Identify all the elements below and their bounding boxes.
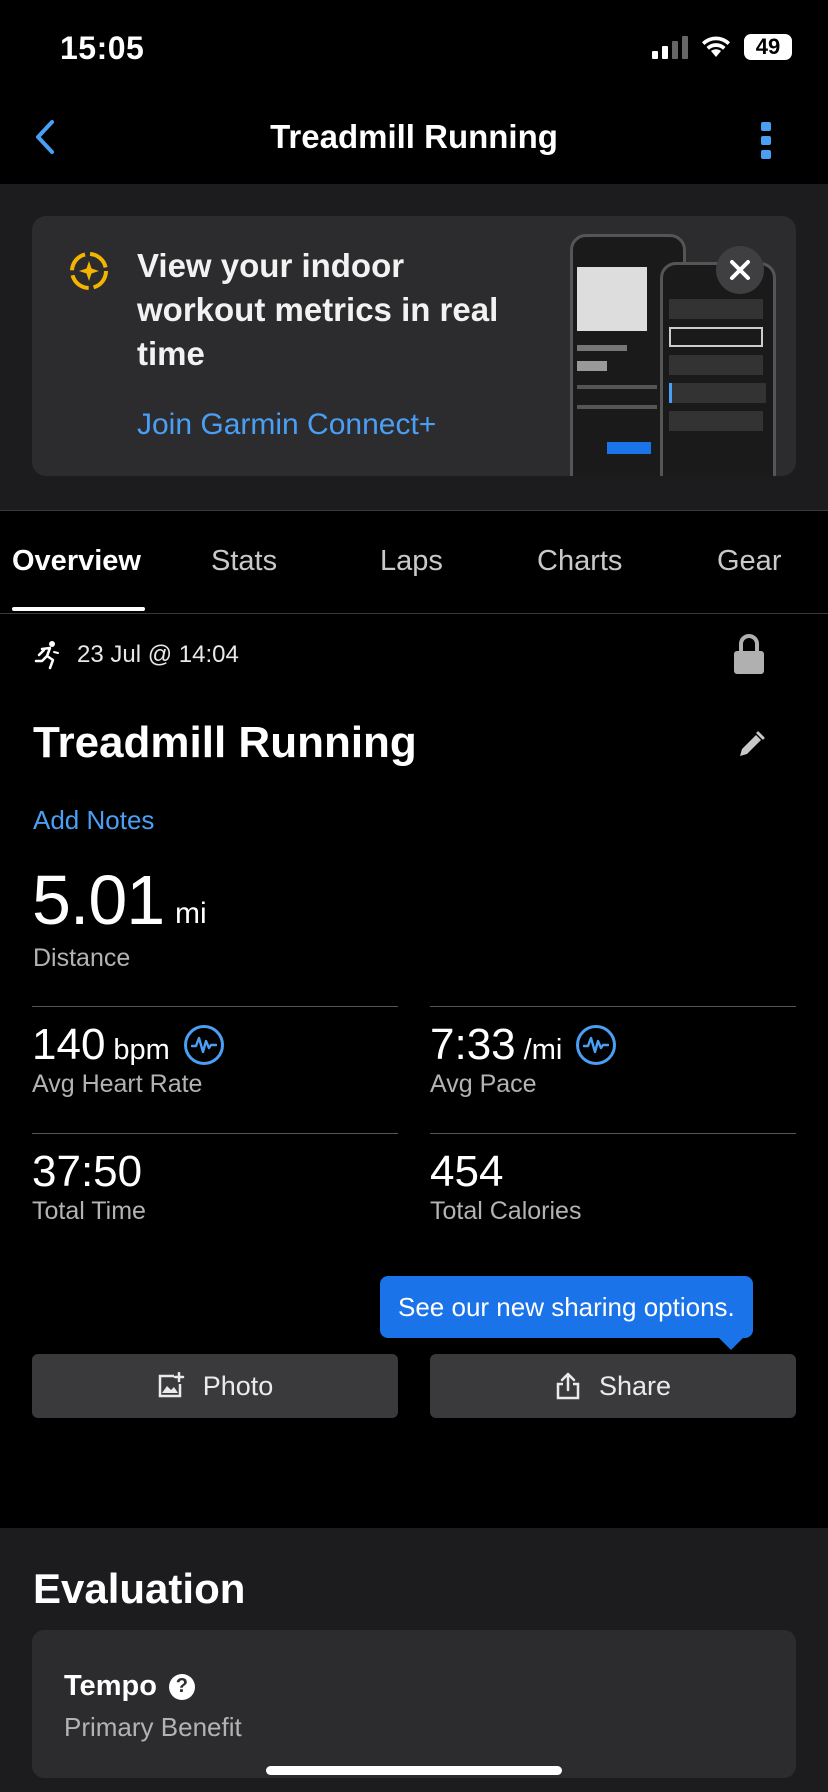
help-icon[interactable]: ? (168, 1673, 195, 1700)
close-icon (730, 260, 750, 280)
photo-button-label: Photo (202, 1370, 274, 1401)
distance-unit: mi (175, 897, 207, 930)
photo-button[interactable]: Photo (32, 1354, 398, 1418)
total-time-stat: 37:50 Total Time (32, 1147, 146, 1226)
join-connect-plus-link[interactable]: Join Garmin Connect+ (137, 408, 436, 442)
home-indicator[interactable] (266, 1766, 562, 1775)
divider (32, 1006, 398, 1007)
battery-indicator: 49 (744, 34, 792, 60)
stat-value-row: 140 bpm (32, 1020, 224, 1070)
tab-gear[interactable]: Gear (717, 545, 781, 578)
stat-value-row: 7:33 /mi (430, 1020, 617, 1070)
promo-title: View your indoor workout metrics in real… (137, 247, 499, 372)
total-calories-stat: 454 Total Calories (430, 1147, 581, 1226)
activity-title: Treadmill Running (33, 718, 417, 767)
stat-value: 7:33 (430, 1020, 516, 1069)
active-tab-indicator (12, 607, 145, 611)
promo-card[interactable]: View your indoor workout metrics in real… (32, 216, 796, 476)
edit-pencil-icon[interactable] (736, 730, 766, 760)
tab-laps[interactable]: Laps (380, 545, 443, 578)
avg-heart-rate-stat[interactable]: 140 bpm Avg Heart Rate (32, 1020, 224, 1099)
training-effect-name: Tempo (64, 1670, 157, 1702)
share-button[interactable]: Share (430, 1354, 796, 1418)
wifi-icon (702, 36, 730, 57)
avg-pace-stat[interactable]: 7:33 /mi Avg Pace (430, 1020, 617, 1099)
training-effect-row: Tempo ? (64, 1670, 195, 1703)
waveform-icon[interactable] (576, 1025, 617, 1065)
sharing-tooltip[interactable]: See our new sharing options. (380, 1276, 753, 1338)
stat-value: 37:50 (32, 1147, 143, 1196)
training-effect-subtitle: Primary Benefit (64, 1712, 242, 1742)
activity-date-row: 23 Jul @ 14:04 (33, 640, 239, 670)
stat-label: Avg Heart Rate (32, 1070, 203, 1098)
tab-overview[interactable]: Overview (12, 545, 141, 578)
status-icons: 49 (652, 34, 792, 60)
activity-date: 23 Jul @ 14:04 (77, 641, 239, 668)
distance-label: Distance (33, 944, 131, 972)
divider (430, 1133, 796, 1134)
cellular-signal-icon (652, 36, 688, 59)
status-time: 15:05 (60, 30, 145, 66)
waveform-icon[interactable] (183, 1025, 224, 1065)
tooltip-pointer (717, 1336, 745, 1350)
share-button-label: Share (598, 1370, 672, 1401)
page-title: Treadmill Running (270, 118, 558, 155)
running-icon (34, 641, 59, 670)
evaluation-card[interactable]: Tempo ? Primary Benefit (32, 1630, 796, 1778)
stat-label: Avg Pace (430, 1070, 537, 1098)
distance-value: 5.01 (32, 861, 165, 939)
add-notes-link[interactable]: Add Notes (33, 805, 154, 836)
evaluation-title: Evaluation (33, 1565, 246, 1612)
stat-unit: /mi (523, 1034, 563, 1066)
divider (32, 1133, 398, 1134)
share-icon (556, 1372, 580, 1400)
close-promo-button[interactable] (716, 246, 764, 294)
stat-label: Total Time (32, 1197, 146, 1225)
tab-charts[interactable]: Charts (537, 545, 622, 578)
connect-plus-icon (70, 252, 108, 290)
add-photo-icon (158, 1372, 184, 1398)
lock-icon[interactable] (732, 633, 766, 675)
tab-stats[interactable]: Stats (211, 545, 277, 578)
phone-mockup-image (660, 262, 776, 476)
more-options-icon[interactable] (760, 122, 772, 160)
stat-value: 140 (32, 1020, 106, 1069)
stat-label: Total Calories (430, 1197, 582, 1225)
stat-value: 454 (430, 1147, 504, 1196)
divider (430, 1006, 796, 1007)
tab-bar: Overview Stats Laps Charts Gear (0, 510, 828, 614)
stat-unit: bpm (113, 1034, 170, 1066)
